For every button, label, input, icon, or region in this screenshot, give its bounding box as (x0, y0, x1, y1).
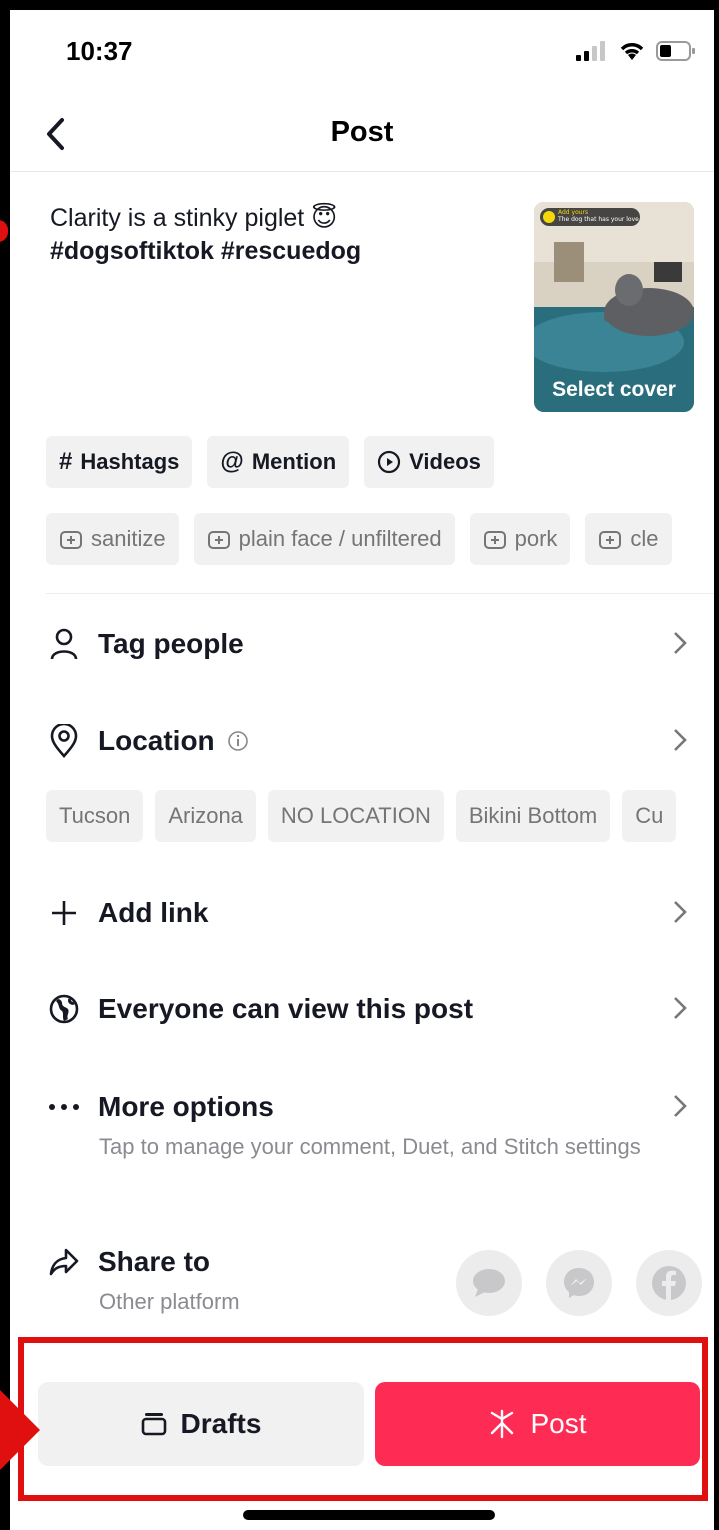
status-icons (576, 40, 696, 62)
videos-label: Videos (409, 449, 481, 474)
location-chip[interactable]: Arizona (155, 790, 256, 842)
caption-hashtags: #dogsoftiktok #rescuedog (50, 237, 362, 265)
annotation-arrow (0, 1390, 40, 1470)
caption-text: Clarity is a stinky piglet 😇 (50, 204, 338, 232)
mention-button[interactable]: @ Mention (207, 436, 350, 488)
drafts-icon (141, 1413, 166, 1436)
location-pin-icon (50, 724, 78, 758)
chevron-right-icon (674, 729, 687, 751)
add-tag-icon (60, 531, 82, 549)
top-nav: Post (10, 98, 714, 172)
caption-tools: # Hashtags @ Mention Videos (46, 436, 494, 488)
add-link-label: Add link (98, 897, 209, 928)
chevron-right-icon (674, 1095, 687, 1117)
location-suggestions: Tucson Arizona NO LOCATION Bikini Bottom… (46, 790, 677, 842)
privacy-row[interactable]: Everyone can view this post (46, 979, 694, 1039)
post-sparkle-icon (491, 1409, 514, 1439)
person-icon (50, 628, 78, 660)
add-yours-label: Add yours (558, 209, 589, 216)
suggested-tag-label: plain face / unfiltered (238, 526, 442, 551)
hashtag-icon: # (59, 448, 73, 475)
suggested-tags: sanitize plain face / unfiltered pork cl… (46, 513, 672, 565)
messenger-icon (564, 1268, 594, 1298)
suggested-tag-chip[interactable]: sanitize (46, 513, 179, 565)
mention-label: Mention (251, 449, 337, 474)
add-tag-icon (599, 531, 622, 549)
add-tag-icon (207, 531, 230, 549)
videos-button[interactable]: Videos (364, 436, 494, 488)
share-messenger-button[interactable] (546, 1250, 612, 1316)
play-circle-icon (378, 450, 401, 474)
wifi-icon (620, 43, 644, 60)
suggested-tag-label: sanitize (91, 526, 166, 551)
add-yours-badge: Add yours The dog that has your love (540, 208, 640, 226)
share-to-label: Share to (98, 1246, 211, 1277)
location-chip[interactable]: Tucson (46, 790, 144, 842)
location-chip[interactable]: NO LOCATION (267, 790, 444, 842)
battery-icon (656, 41, 695, 61)
tag-people-row[interactable]: Tag people (46, 614, 694, 674)
caption-field[interactable]: Clarity is a stinky piglet 😇 #dogsoftikt… (50, 202, 490, 268)
share-message-button[interactable] (456, 1250, 522, 1316)
location-chip[interactable]: Cu (622, 790, 677, 842)
add-yours-icon (543, 211, 555, 223)
share-to-description: Other platform (99, 1289, 240, 1314)
chevron-right-icon (674, 901, 687, 923)
suggested-tag-label: cle (630, 526, 659, 551)
tag-people-label: Tag people (98, 628, 244, 659)
add-link-row[interactable]: Add link (46, 883, 694, 943)
section-divider (46, 593, 714, 594)
add-yours-prompt: The dog that has your love (558, 216, 639, 223)
post-screen: 10:37 Post Clarity is a stinky piglet 😇 … (10, 10, 714, 1530)
privacy-label: Everyone can view this post (98, 993, 474, 1024)
suggested-tag-chip[interactable]: plain face / unfiltered (193, 513, 455, 565)
hashtags-label: Hashtags (80, 449, 180, 474)
chevron-right-icon (674, 632, 687, 654)
more-options-description: Tap to manage your comment, Duet, and St… (99, 1134, 641, 1159)
suggested-tag-chip[interactable]: cle (585, 513, 672, 565)
message-icon (473, 1269, 505, 1297)
home-indicator (243, 1510, 495, 1520)
status-bar: 10:37 (10, 10, 714, 90)
location-label: Location (98, 725, 215, 756)
more-dots-icon (49, 1104, 79, 1110)
drafts-label: Drafts (180, 1408, 262, 1439)
suggested-tag-chip[interactable]: pork (469, 513, 571, 565)
share-arrow-icon (49, 1248, 79, 1276)
hashtags-button[interactable]: # Hashtags (46, 436, 193, 488)
annotation-marker (0, 220, 8, 242)
drafts-button[interactable]: Drafts (38, 1382, 364, 1466)
more-options-row[interactable]: More options (46, 1077, 694, 1137)
globe-icon (49, 994, 79, 1024)
chevron-right-icon (674, 997, 687, 1019)
plus-icon (52, 901, 76, 925)
signal-icon (576, 41, 605, 61)
add-tag-icon (483, 531, 506, 549)
location-chip[interactable]: Bikini Bottom (455, 790, 611, 842)
at-icon: @ (220, 448, 244, 475)
share-targets (456, 1250, 702, 1316)
facebook-icon (652, 1266, 686, 1300)
share-facebook-button[interactable] (636, 1250, 702, 1316)
post-label: Post (530, 1408, 587, 1439)
suggested-tag-label: pork (514, 526, 558, 551)
post-button[interactable]: Post (375, 1382, 700, 1466)
page-title: Post (330, 116, 394, 148)
cover-selector[interactable]: Add yours The dog that has your love Sel… (534, 202, 694, 412)
location-row[interactable]: Location (46, 711, 694, 771)
info-icon[interactable] (227, 730, 249, 752)
more-options-label: More options (98, 1091, 274, 1122)
select-cover-label: Select cover (552, 378, 676, 401)
status-time: 10:37 (66, 36, 133, 66)
